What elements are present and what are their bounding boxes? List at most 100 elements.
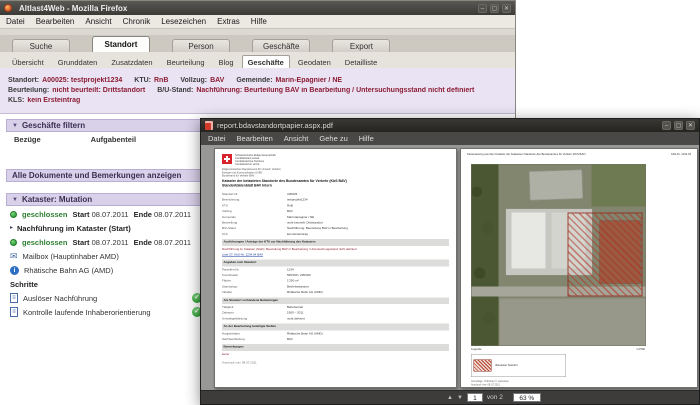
confederation-lines: Schweizerische Eidgenossenschaft Confédér… (235, 154, 276, 166)
window-controls (478, 3, 511, 13)
pdf-page-2: Kartenauszug aus dem Kataster der belast… (460, 148, 698, 388)
menu-item[interactable]: Bearbeiten (36, 17, 75, 26)
sub-tab-label: Geschäfte (247, 57, 284, 67)
pdf-titlebar[interactable]: report.bdavstandortpapier.aspx.pdf (201, 119, 699, 132)
menu-item[interactable]: Datei (6, 17, 25, 26)
zoom-input[interactable]: 63 % (512, 393, 541, 402)
info-icon (10, 265, 19, 275)
sub-tab-label: Grunddaten (57, 57, 98, 67)
steps-label: Schritte (10, 279, 38, 289)
subsection-title: Nachführung im Kataster (Start) (17, 223, 131, 233)
close-icon[interactable] (686, 121, 695, 130)
datasheet-row: Sachbearbeitung BAV (222, 337, 293, 341)
status-dot-icon (10, 238, 17, 246)
page-count-label: von 2 (486, 394, 503, 401)
mailbox-row[interactable]: Mailbox (Hauptinhaber AMD) (10, 249, 202, 263)
info-pair: Vollzug: BAV (180, 77, 225, 84)
contaminated-site-overlay (567, 212, 643, 297)
holder-row[interactable]: Rhätische Bahn AG (AMD) (10, 263, 202, 277)
status-text: geschlossen (22, 209, 68, 219)
step-row[interactable]: Auslöser Nachführung (10, 291, 202, 305)
task-icon (10, 293, 18, 303)
legend-title: Legende (471, 348, 482, 351)
module-tab[interactable]: Person (172, 39, 230, 52)
module-tab-label: Export (349, 41, 374, 51)
menu-item[interactable]: Bearbeiten (237, 134, 273, 143)
yard-area (499, 298, 646, 346)
datasheet-rows: Standort-Nr. A00025 Bezeichnung testproj… (222, 192, 449, 366)
page-down-icon[interactable] (457, 395, 463, 401)
module-tab[interactable]: Export (332, 39, 391, 52)
datasheet-row: Inhaber Rhätische Bahn AG (AMD) (222, 291, 323, 295)
sub-tab-label: Blog (218, 57, 234, 67)
menu-item[interactable]: Extras (217, 17, 240, 26)
menu-item[interactable]: Ansicht (85, 17, 111, 26)
sub-tab-label: Detailliste (344, 57, 378, 67)
module-tab-label: Suche (29, 41, 53, 51)
minimize-icon[interactable] (478, 3, 487, 13)
sub-tab[interactable]: Detailliste (339, 55, 384, 68)
sub-tab[interactable]: Blog (213, 55, 240, 68)
menu-item[interactable]: Datei (208, 134, 226, 143)
step-row[interactable]: Kontrolle laufende Inhaberorientierung (10, 305, 202, 319)
steps-list: Auslöser Nachführung Kontrolle laufende … (10, 291, 202, 319)
collapse-icon (12, 197, 18, 203)
window-controls (662, 121, 695, 130)
datasheet-title: Kataster der belasteten Standorte des Bu… (222, 179, 347, 188)
menu-item[interactable]: Hilfe (251, 17, 267, 26)
sub-tab-label: Übersicht (12, 57, 44, 67)
map-header-title: Kartenauszug aus dem Kataster der belast… (467, 153, 586, 156)
page-up-icon[interactable] (447, 395, 453, 401)
datasheet-row: Am Standort vorhandene Belastungen (222, 297, 449, 305)
sub-tab[interactable]: Übersicht (6, 55, 50, 68)
menu-item[interactable]: Hilfe (359, 134, 374, 143)
module-tabs: Suche Standort Person Geschäfte Export (0, 35, 515, 53)
module-tab-label: Geschäfte (263, 41, 300, 51)
close-icon[interactable] (502, 3, 511, 13)
building-roof (529, 169, 583, 201)
datasheet-row: Bemerkungen (222, 344, 449, 351)
module-tab[interactable]: Standort (92, 36, 150, 52)
firefox-window-title: Altlast4Web - Mozilla Firefox (19, 3, 128, 13)
map-header-number: KbS-Nr. 1234.04 (671, 153, 691, 156)
pdf-viewer-window: report.bdavstandortpapier.aspx.pdf Datei… (200, 118, 700, 405)
info-line-2: Beurteilung: nicht beurteilt: Drittstando… (8, 87, 507, 94)
start-date: Start 08.07.2011 (72, 237, 129, 247)
expand-icon (10, 225, 13, 231)
pdf-window-title: report.bdavstandortpapier.aspx.pdf (217, 121, 333, 130)
module-tab[interactable]: Suche (12, 39, 70, 52)
documents-bar-label: Alle Dokumente und Bemerkungen anzeigen (12, 171, 182, 180)
info-pair: Standort: A00025: testprojekt1234 (8, 77, 123, 84)
sub-tab[interactable]: Beurteilung (161, 55, 211, 68)
module-tab-label: Standort (104, 40, 138, 49)
pdf-menubar: Datei Bearbeiten Ansicht Gehe zu Hilfe (201, 132, 699, 146)
standort-info-panel: Standort: A00025: testprojekt1234 KTU: RnB V… (0, 68, 515, 114)
swiss-cross-icon (222, 154, 232, 164)
maximize-icon[interactable] (674, 121, 683, 130)
contaminated-site-swatch (473, 359, 492, 372)
info-line-1: Standort: A00025: testprojekt1234 KTU: RnB V… (8, 77, 507, 84)
sub-tab[interactable]: Zusatzdaten (105, 55, 158, 68)
firefox-titlebar[interactable]: Altlast4Web - Mozilla Firefox (0, 1, 515, 15)
sub-tab[interactable]: Grunddaten (52, 55, 104, 68)
sub-tab[interactable]: Geodaten (292, 55, 337, 68)
menu-item[interactable]: Lesezeichen (161, 17, 206, 26)
desktop: Altlast4Web - Mozilla Firefox Datei Bearb… (0, 0, 700, 405)
menu-item[interactable]: Ansicht (284, 134, 309, 143)
grass-area (591, 164, 646, 207)
start-date: Start 08.07.2011 (72, 209, 129, 219)
menu-item[interactable]: Gehe zu (319, 134, 347, 143)
datasheet-row: keine (222, 352, 230, 356)
minimize-icon[interactable] (662, 121, 671, 130)
menu-item[interactable]: Chronik (123, 17, 151, 26)
kataster-subsection[interactable]: Nachführung im Kataster (Start) (10, 221, 202, 235)
module-tab[interactable]: Geschäfte (252, 39, 311, 52)
map-scale: 1:2'500 (636, 348, 645, 351)
maximize-icon[interactable] (490, 3, 499, 13)
status-dot-icon (10, 210, 17, 218)
page-number-input[interactable]: 1 (466, 393, 483, 402)
sub-tab[interactable]: Geschäfte (241, 55, 290, 68)
department-line: Bundesamt für Verkehr BAV (222, 174, 255, 178)
legend-box: Belasteter Standort (471, 354, 566, 377)
filter-fields: Bezüge Aufgabenteil (14, 135, 136, 144)
